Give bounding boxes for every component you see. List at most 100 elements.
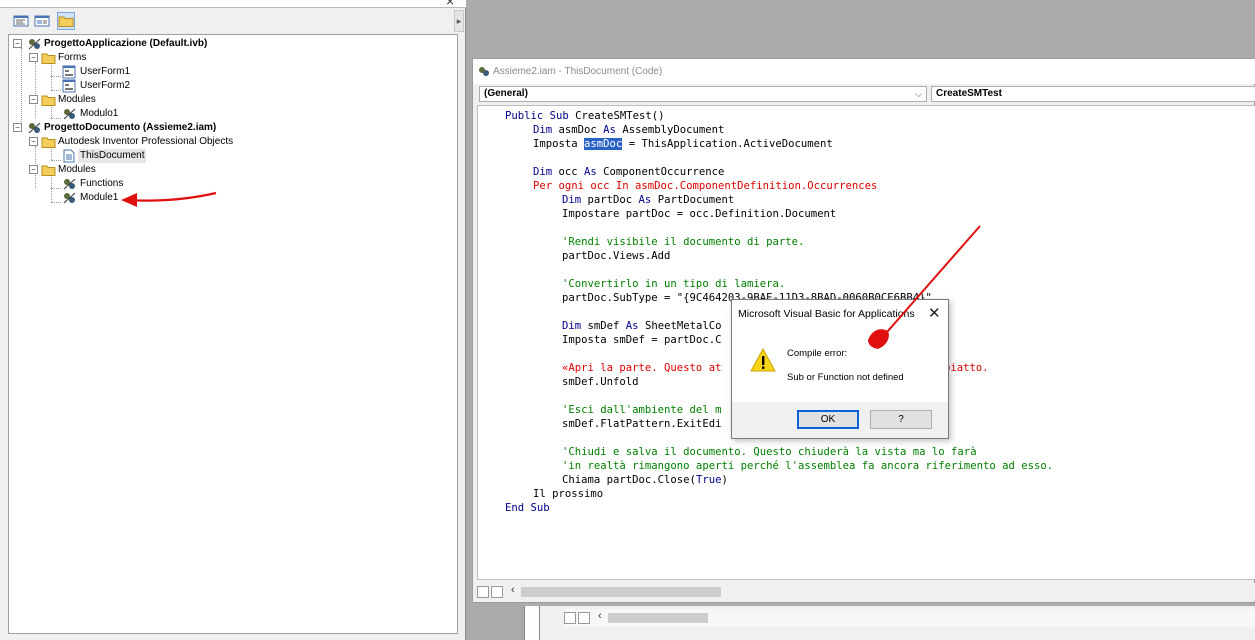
folder-icon [41,137,56,148]
tree-line [35,62,36,118]
tree-item-label: Modules [58,94,96,105]
project-explorer: × ▸ − ProgettoApplicazione (Default.ivb)… [0,0,466,640]
code-line: Dim occ As ComponentOccurrence [533,166,725,178]
scroll-left-icon[interactable]: ‹ [511,584,515,596]
tree-item-userform2[interactable]: UserForm2 [62,79,262,93]
userform-icon [62,79,76,93]
tree-item-label: ProgettoDocumento (Assieme2.iam) [44,122,217,133]
tree-item-forms[interactable]: − Forms [29,51,229,65]
collapse-toggle[interactable]: − [29,53,38,62]
vba-project-icon [28,38,41,50]
view-object-button[interactable] [33,12,51,30]
userform-icon [62,65,76,79]
tree-item-thisdocument[interactable]: ThisDocument [62,149,262,163]
tree-item-modules-2[interactable]: − Modules [29,163,229,177]
toggle-folders-icon [58,16,74,27]
tree-item-label: Modules [58,164,96,175]
collapse-toggle[interactable]: − [29,165,38,174]
tree-item-module1[interactable]: Module1 [62,191,262,205]
collapse-toggle[interactable]: − [13,123,22,132]
tree-item-modulo1[interactable]: Modulo1 [62,107,262,121]
tree-line [51,90,61,91]
tree-item-label: Module1 [80,192,119,203]
ok-button[interactable]: OK [797,410,859,429]
tree-item-label: Modulo1 [80,108,119,119]
scroll-left-icon[interactable]: ‹ [598,610,602,622]
tree-item-progetto-applicazione[interactable]: − ProgettoApplicazione (Default.ivb) [13,37,313,51]
selected-text: asmDoc [584,138,623,150]
view-object-icon [34,15,50,27]
tree-item-label: UserForm2 [80,80,131,91]
tree-line [51,160,61,161]
project-explorer-toolbar: ▸ [0,8,466,34]
object-combo[interactable]: (General) ⌵ [479,86,927,102]
tree-item-label: Autodesk Inventor Professional Objects [58,136,234,147]
scrollbar-thumb[interactable] [608,613,708,623]
help-button[interactable]: ? [870,410,932,429]
tree-item-label: ProgettoApplicazione (Default.ivb) [44,38,208,49]
dialog-footer: OK ? [732,402,948,438]
code-line: End Sub [505,502,550,514]
view-code-button[interactable] [12,12,30,30]
project-explorer-titlebar: × [0,0,466,9]
code-line: partDoc.Views.Add [562,250,671,262]
tree-item-userform1[interactable]: UserForm1 [62,65,262,79]
tree-item-modules[interactable]: − Modules [29,93,229,107]
toolbar-grip[interactable]: ▸ [454,10,464,32]
folder-icon [41,95,56,106]
code-line: Dim partDoc As PartDocument [562,194,735,206]
vba-project-icon [28,122,41,134]
code-line: Il prossimo [533,488,604,500]
tree-line [51,202,61,203]
vba-window-icon [479,67,489,76]
dialog-title: Microsoft Visual Basic for Applications [738,308,915,320]
code-line: Dim smDef As SheetMetalCo [562,320,722,332]
code-line: smDef.FlatPattern.ExitEdi [562,418,722,430]
folder-icon [41,165,56,176]
toggle-folders-button[interactable] [57,12,75,30]
dialog-message-title: Compile error: [787,348,848,359]
code-comment: 'Convertirlo in un tipo di lamiera. [562,278,786,290]
tree-item-inventor-objects[interactable]: − Autodesk Inventor Professional Objects [29,135,329,149]
code-line-error: Per ogni occ In asmDoc.ComponentDefiniti… [533,180,878,192]
collapse-toggle[interactable]: − [29,137,38,146]
code-line: Public Sub CreateSMTest() [505,110,665,122]
code-line: Dim asmDoc As AssemblyDocument [533,124,725,136]
scrollbar-thumb[interactable] [521,587,721,597]
background-window-inner: ‹ [539,606,1255,640]
full-module-view-button[interactable] [578,612,590,624]
procedure-view-button[interactable] [477,586,489,598]
view-code-icon [13,15,29,27]
procedure-combo[interactable]: CreateSMTest [931,86,1255,102]
code-comment: 'in realtà rimangono aperti perché l'ass… [562,460,1054,472]
dialog-message-body: Sub or Function not defined [787,372,904,383]
chevron-down-icon: ⌵ [915,89,922,99]
dialog-close-button[interactable]: ✕ [928,304,941,322]
project-tree[interactable]: − ProgettoApplicazione (Default.ivb) − F… [8,34,458,634]
code-line: Imposta asmDoc = ThisApplication.ActiveD… [533,138,833,150]
code-window-title: Assieme2.iam - ThisDocument (Code) [493,66,663,77]
procedure-view-button[interactable] [564,612,576,624]
procedure-combo-value: CreateSMTest [936,88,1002,99]
code-line-error: piatto. [944,362,989,374]
code-line: Impostare partDoc = occ.Definition.Docum… [562,208,837,220]
code-comment: 'Chiudi e salva il documento. Questo chi… [562,446,977,458]
code-line: Chiama partDoc.Close(True) [562,474,728,486]
code-line-error: «Apri la parte. Questo at [562,362,722,374]
code-window-titlebar[interactable]: Assieme2.iam - ThisDocument (Code) [473,59,1255,84]
code-line: smDef.Unfold [562,376,639,388]
tree-line [51,188,61,189]
tree-item-functions[interactable]: Functions [62,177,262,191]
collapse-toggle[interactable]: − [29,95,38,104]
tree-item-label: Functions [80,178,124,189]
module-icon [63,178,76,190]
background-horizontal-scrollbar[interactable]: ‹ [564,609,1255,627]
tree-line [51,118,61,119]
tree-item-progetto-documento[interactable]: − ProgettoDocumento (Assieme2.iam) [13,121,313,135]
code-horizontal-scrollbar[interactable]: ‹ [477,583,1255,601]
tree-item-label: ThisDocument [78,149,147,163]
full-module-view-button[interactable] [491,586,503,598]
background-window: ‹ [472,606,1255,640]
tree-item-label: UserForm1 [80,66,131,77]
collapse-toggle[interactable]: − [13,39,22,48]
